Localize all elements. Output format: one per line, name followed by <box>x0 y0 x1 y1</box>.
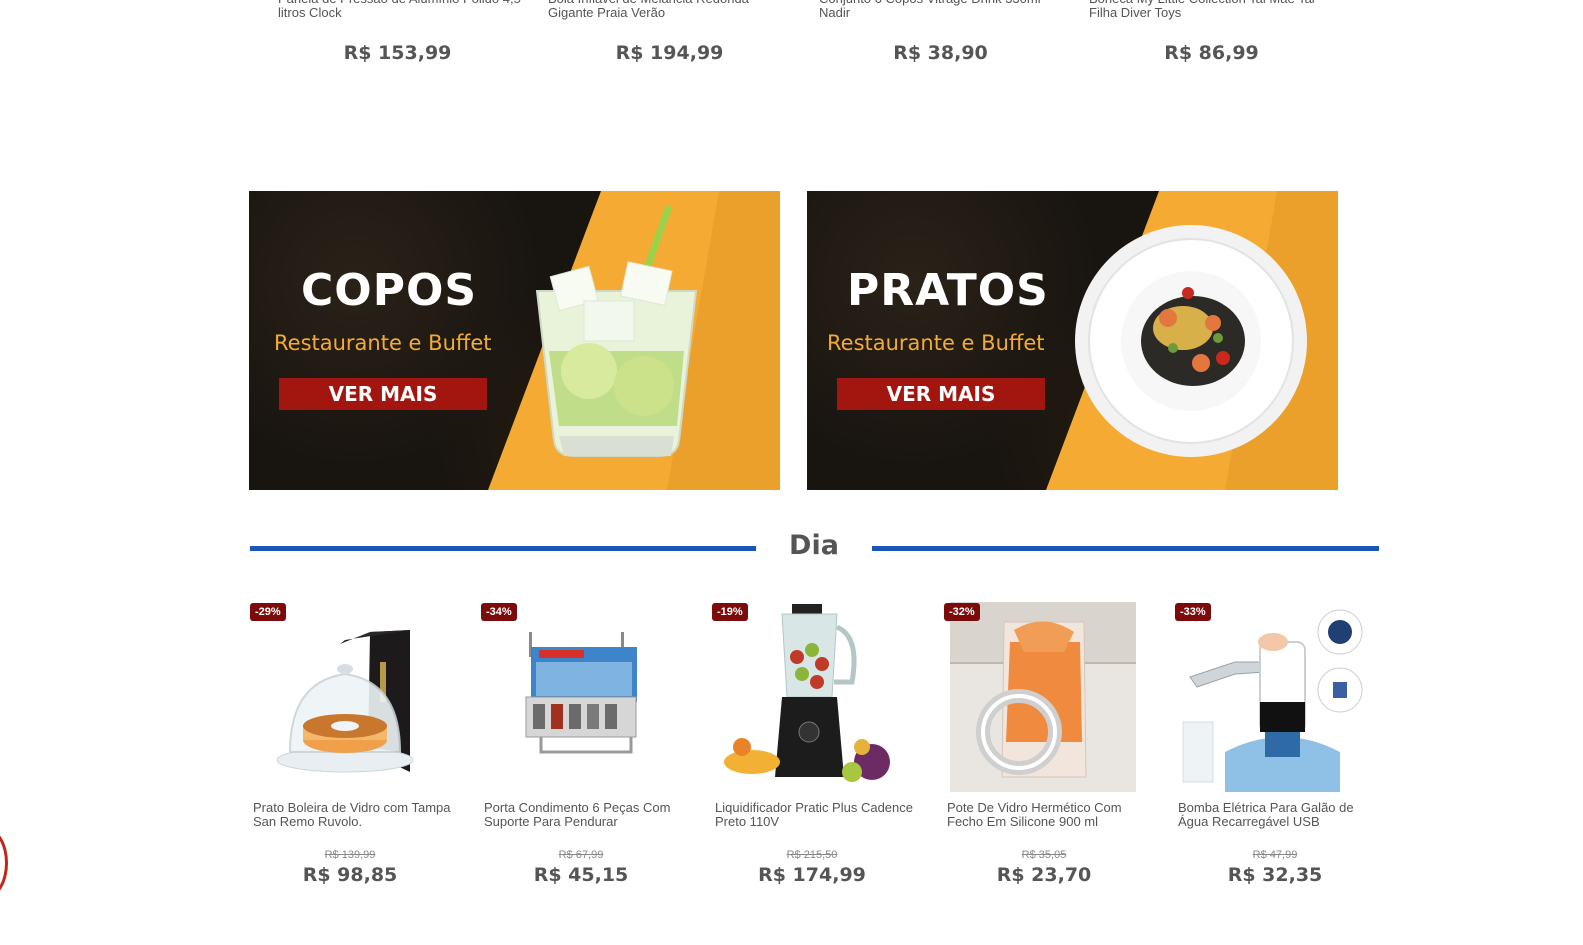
product-price: R$ 194,99 <box>615 42 724 64</box>
discount-badge: -34% <box>481 603 517 621</box>
product-name[interactable]: Conjunto 6 Copos Vitrage Drink 330ml Nad… <box>819 0 1069 20</box>
old-price: R$ 47,99 <box>1252 849 1298 861</box>
floating-chat-button[interactable] <box>0 828 8 898</box>
product-image[interactable] <box>250 602 442 792</box>
discount-badge: -32% <box>944 603 980 621</box>
product-card[interactable]: Boia Inflável de Melancia Redonda Gigant… <box>548 0 798 64</box>
product-name[interactable]: Porta Condimento 6 Peças Com Suporte Par… <box>484 801 684 829</box>
banner-copos[interactable]: COPOS Restaurante e Buffet VER MAIS <box>249 191 780 490</box>
product-price: R$ 86,99 <box>1164 42 1259 64</box>
current-price: R$ 98,85 <box>302 864 398 886</box>
current-price: R$ 174,99 <box>758 864 866 886</box>
product-price: R$ 38,90 <box>893 42 988 64</box>
banner-title: COPOS <box>301 265 478 316</box>
current-price: R$ 32,35 <box>1227 864 1323 886</box>
product-card[interactable]: Panela de Pressão de Alumínio Polido 4,5… <box>278 0 528 64</box>
section-heading: Dia <box>250 530 1379 566</box>
product-name[interactable]: Liquidificador Pratic Plus Cadence Preto… <box>715 801 915 829</box>
discount-badge: -19% <box>712 603 748 621</box>
product-card[interactable]: -34% Porta Condimento 6 Peças Com Suport… <box>481 602 686 902</box>
product-image[interactable] <box>712 602 904 792</box>
banner-pratos[interactable]: PRATOS Restaurante e Buffet VER MAIS <box>807 191 1338 490</box>
product-card[interactable]: Conjunto 6 Copos Vitrage Drink 330ml Nad… <box>819 0 1069 64</box>
ver-mais-button[interactable]: VER MAIS <box>837 378 1045 410</box>
glass-drink-image <box>535 204 698 457</box>
old-price: R$ 215,50 <box>786 849 838 861</box>
product-card[interactable]: -29% Prato Boleira de Vidro com Tampa Sa… <box>250 602 455 902</box>
old-price: R$ 139,99 <box>324 849 376 861</box>
product-price: R$ 153,99 <box>343 42 452 64</box>
product-name[interactable]: Boneca My Little Collection Tal Mãe Tal … <box>1089 0 1339 20</box>
banner-subtitle: Restaurante e Buffet <box>827 331 1045 355</box>
old-price: R$ 67,99 <box>558 849 604 861</box>
product-image[interactable] <box>1175 602 1367 792</box>
product-card[interactable]: -33% Bomba Elétrica Para Galão de Água R… <box>1175 602 1380 902</box>
top-product-row: Panela de Pressão de Alumínio Polido 4,5… <box>0 0 1583 70</box>
product-card[interactable]: -19% Liquidificador Pratic Plus Cadence … <box>712 602 917 902</box>
ver-mais-button[interactable]: VER MAIS <box>279 378 487 410</box>
product-image[interactable] <box>944 602 1136 792</box>
product-name[interactable]: Boia Inflável de Melancia Redonda Gigant… <box>548 0 798 20</box>
product-card[interactable]: -32% Pote De Vidro Hermético Com Fecho E… <box>944 602 1149 902</box>
product-name[interactable]: Bomba Elétrica Para Galão de Água Recarr… <box>1178 801 1378 829</box>
current-price: R$ 45,15 <box>533 864 629 886</box>
product-name[interactable]: Prato Boleira de Vidro com Tampa San Rem… <box>253 801 453 829</box>
product-image[interactable] <box>481 602 673 792</box>
current-price: R$ 23,70 <box>996 864 1092 886</box>
plate-pasta-image <box>1075 225 1307 457</box>
banner-title: PRATOS <box>847 265 1049 316</box>
banner-subtitle: Restaurante e Buffet <box>274 331 492 355</box>
product-name[interactable]: Panela de Pressão de Alumínio Polido 4,5… <box>278 0 528 20</box>
discount-badge: -29% <box>250 603 286 621</box>
product-card[interactable]: Boneca My Little Collection Tal Mãe Tal … <box>1089 0 1339 64</box>
old-price: R$ 35,05 <box>1021 849 1067 861</box>
product-name[interactable]: Pote De Vidro Hermético Com Fecho Em Sil… <box>947 801 1147 829</box>
section-title: Dia <box>789 530 839 561</box>
divider-line <box>872 546 1379 551</box>
divider-line <box>250 546 756 551</box>
discount-badge: -33% <box>1175 603 1211 621</box>
